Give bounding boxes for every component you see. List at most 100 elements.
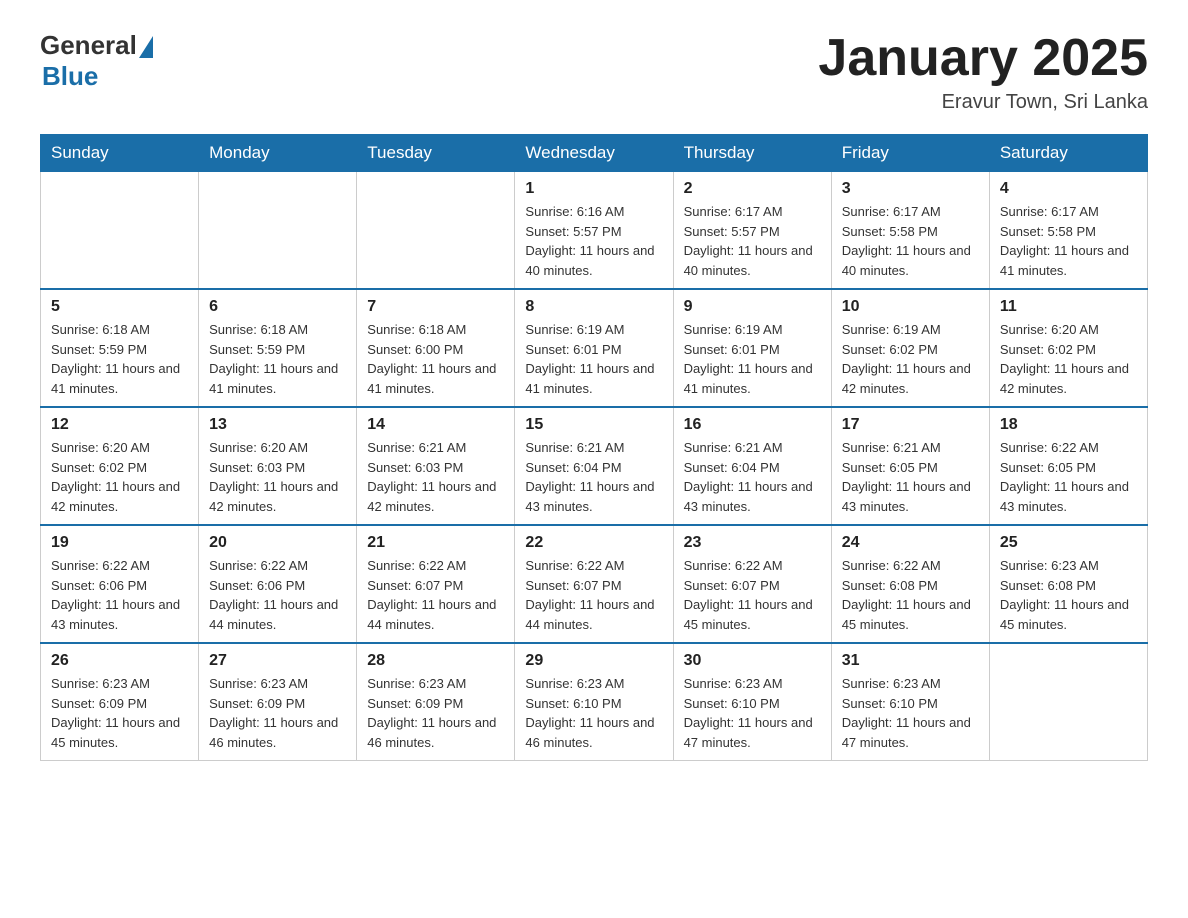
calendar-day-24: 24 Sunrise: 6:22 AMSunset: 6:08 PMDayligh…	[831, 525, 989, 643]
day-number: 26	[51, 652, 188, 670]
day-number: 30	[684, 652, 821, 670]
calendar-day-15: 15 Sunrise: 6:21 AMSunset: 6:04 PMDayligh…	[515, 407, 673, 525]
logo-general-text: General	[40, 30, 137, 61]
day-info: Sunrise: 6:23 AMSunset: 6:09 PMDaylight:…	[209, 674, 346, 752]
calendar-week-row: 12 Sunrise: 6:20 AMSunset: 6:02 PMDayligh…	[41, 407, 1148, 525]
day-number: 15	[525, 416, 662, 434]
day-number: 19	[51, 534, 188, 552]
day-info: Sunrise: 6:23 AMSunset: 6:09 PMDaylight:…	[367, 674, 504, 752]
calendar-day-26: 26Sunrise: 6:23 AMSunset: 6:09 PMDayligh…	[41, 643, 199, 761]
calendar-header-sunday: Sunday	[41, 135, 199, 172]
calendar-day-2: 2 Sunrise: 6:17 AMSunset: 5:57 PMDaylight…	[673, 172, 831, 290]
day-number: 10	[842, 298, 979, 316]
calendar-week-row: 5 Sunrise: 6:18 AMSunset: 5:59 PMDaylight…	[41, 289, 1148, 407]
calendar-day-19: 19Sunrise: 6:22 AMSunset: 6:06 PMDayligh…	[41, 525, 199, 643]
calendar-day-8: 8Sunrise: 6:19 AMSunset: 6:01 PMDaylight…	[515, 289, 673, 407]
day-info: Sunrise: 6:22 AMSunset: 6:06 PMDaylight:…	[209, 556, 346, 634]
day-info: Sunrise: 6:17 AMSunset: 5:58 PMDaylight:…	[1000, 202, 1137, 280]
day-info: Sunrise: 6:17 AMSunset: 5:58 PMDaylight:…	[842, 202, 979, 280]
calendar-day-14: 14 Sunrise: 6:21 AMSunset: 6:03 PMDayligh…	[357, 407, 515, 525]
calendar-day-20: 20 Sunrise: 6:22 AMSunset: 6:06 PMDayligh…	[199, 525, 357, 643]
calendar-day-25: 25 Sunrise: 6:23 AMSunset: 6:08 PMDayligh…	[989, 525, 1147, 643]
day-info: Sunrise: 6:20 AMSunset: 6:02 PMDaylight:…	[1000, 320, 1137, 398]
day-info: Sunrise: 6:21 AMSunset: 6:04 PMDaylight:…	[525, 438, 662, 516]
day-info: Sunrise: 6:16 AMSunset: 5:57 PMDaylight:…	[525, 202, 662, 280]
day-number: 7	[367, 298, 504, 316]
day-info: Sunrise: 6:21 AMSunset: 6:05 PMDaylight:…	[842, 438, 979, 516]
calendar-header-monday: Monday	[199, 135, 357, 172]
calendar-empty-cell	[41, 172, 199, 290]
calendar-day-31: 31 Sunrise: 6:23 AMSunset: 6:10 PMDayligh…	[831, 643, 989, 761]
calendar-day-11: 11Sunrise: 6:20 AMSunset: 6:02 PMDayligh…	[989, 289, 1147, 407]
day-info: Sunrise: 6:21 AMSunset: 6:03 PMDaylight:…	[367, 438, 504, 516]
day-info: Sunrise: 6:23 AMSunset: 6:10 PMDaylight:…	[842, 674, 979, 752]
day-info: Sunrise: 6:22 AMSunset: 6:07 PMDaylight:…	[525, 556, 662, 634]
day-number: 28	[367, 652, 504, 670]
calendar-day-5: 5 Sunrise: 6:18 AMSunset: 5:59 PMDaylight…	[41, 289, 199, 407]
location: Eravur Town, Sri Lanka	[818, 91, 1148, 114]
calendar-week-row: 19 Sunrise: 6:22 AMSunset: 6:06 PMDayligh…	[41, 525, 1148, 643]
day-info: Sunrise: 6:20 AMSunset: 6:03 PMDaylight:…	[209, 438, 346, 516]
day-number: 6	[209, 298, 346, 316]
calendar-day-18: 18Sunrise: 6:22 AMSunset: 6:05 PMDayligh…	[989, 407, 1147, 525]
day-number: 14	[367, 416, 504, 434]
day-number: 9	[684, 298, 821, 316]
calendar-day-9: 9 Sunrise: 6:19 AMSunset: 6:01 PMDaylight…	[673, 289, 831, 407]
day-number: 2	[684, 180, 821, 198]
day-number: 4	[1000, 180, 1137, 198]
day-info: Sunrise: 6:22 AMSunset: 6:08 PMDaylight:…	[842, 556, 979, 634]
calendar-day-22: 22 Sunrise: 6:22 AMSunset: 6:07 PMDayligh…	[515, 525, 673, 643]
day-number: 21	[367, 534, 504, 552]
day-info: Sunrise: 6:18 AMSunset: 5:59 PMDaylight:…	[209, 320, 346, 398]
calendar-day-28: 28 Sunrise: 6:23 AMSunset: 6:09 PMDayligh…	[357, 643, 515, 761]
day-info: Sunrise: 6:20 AMSunset: 6:02 PMDaylight:…	[51, 438, 188, 516]
calendar-header-row: SundayMondayTuesdayWednesdayThursdayFrid…	[41, 135, 1148, 172]
logo-triangle-icon	[139, 36, 153, 58]
day-info: Sunrise: 6:23 AMSunset: 6:08 PMDaylight:…	[1000, 556, 1137, 634]
day-info: Sunrise: 6:17 AMSunset: 5:57 PMDaylight:…	[684, 202, 821, 280]
calendar-day-4: 4 Sunrise: 6:17 AMSunset: 5:58 PMDaylight…	[989, 172, 1147, 290]
calendar-empty-cell	[989, 643, 1147, 761]
logo: General Blue	[40, 30, 153, 92]
day-info: Sunrise: 6:19 AMSunset: 6:01 PMDaylight:…	[684, 320, 821, 398]
day-number: 27	[209, 652, 346, 670]
day-number: 3	[842, 180, 979, 198]
day-number: 1	[525, 180, 662, 198]
month-title: January 2025	[818, 30, 1148, 87]
day-number: 31	[842, 652, 979, 670]
calendar-day-27: 27 Sunrise: 6:23 AMSunset: 6:09 PMDayligh…	[199, 643, 357, 761]
day-number: 24	[842, 534, 979, 552]
calendar-day-6: 6 Sunrise: 6:18 AMSunset: 5:59 PMDaylight…	[199, 289, 357, 407]
calendar-day-29: 29Sunrise: 6:23 AMSunset: 6:10 PMDayligh…	[515, 643, 673, 761]
day-number: 20	[209, 534, 346, 552]
day-info: Sunrise: 6:22 AMSunset: 6:05 PMDaylight:…	[1000, 438, 1137, 516]
day-number: 13	[209, 416, 346, 434]
calendar-empty-cell	[199, 172, 357, 290]
calendar-header-tuesday: Tuesday	[357, 135, 515, 172]
calendar-empty-cell	[357, 172, 515, 290]
day-number: 25	[1000, 534, 1137, 552]
day-number: 22	[525, 534, 662, 552]
calendar-day-21: 21 Sunrise: 6:22 AMSunset: 6:07 PMDayligh…	[357, 525, 515, 643]
day-info: Sunrise: 6:22 AMSunset: 6:07 PMDaylight:…	[367, 556, 504, 634]
calendar-header-saturday: Saturday	[989, 135, 1147, 172]
day-info: Sunrise: 6:23 AMSunset: 6:10 PMDaylight:…	[525, 674, 662, 752]
calendar-day-1: 1 Sunrise: 6:16 AMSunset: 5:57 PMDaylight…	[515, 172, 673, 290]
day-info: Sunrise: 6:18 AMSunset: 5:59 PMDaylight:…	[51, 320, 188, 398]
calendar-day-3: 3 Sunrise: 6:17 AMSunset: 5:58 PMDaylight…	[831, 172, 989, 290]
day-number: 12	[51, 416, 188, 434]
day-number: 5	[51, 298, 188, 316]
day-info: Sunrise: 6:23 AMSunset: 6:10 PMDaylight:…	[684, 674, 821, 752]
day-info: Sunrise: 6:22 AMSunset: 6:07 PMDaylight:…	[684, 556, 821, 634]
calendar-day-30: 30 Sunrise: 6:23 AMSunset: 6:10 PMDayligh…	[673, 643, 831, 761]
day-number: 8	[525, 298, 662, 316]
day-number: 17	[842, 416, 979, 434]
day-info: Sunrise: 6:21 AMSunset: 6:04 PMDaylight:…	[684, 438, 821, 516]
day-info: Sunrise: 6:19 AMSunset: 6:02 PMDaylight:…	[842, 320, 979, 398]
calendar-day-23: 23Sunrise: 6:22 AMSunset: 6:07 PMDayligh…	[673, 525, 831, 643]
calendar-table: SundayMondayTuesdayWednesdayThursdayFrid…	[40, 134, 1148, 761]
calendar-day-10: 10 Sunrise: 6:19 AMSunset: 6:02 PMDayligh…	[831, 289, 989, 407]
day-info: Sunrise: 6:18 AMSunset: 6:00 PMDaylight:…	[367, 320, 504, 398]
calendar-header-wednesday: Wednesday	[515, 135, 673, 172]
calendar-week-row: 26 Sunrise: 6:23 AMSunset: 6:09 PMDayligh…	[41, 643, 1148, 761]
